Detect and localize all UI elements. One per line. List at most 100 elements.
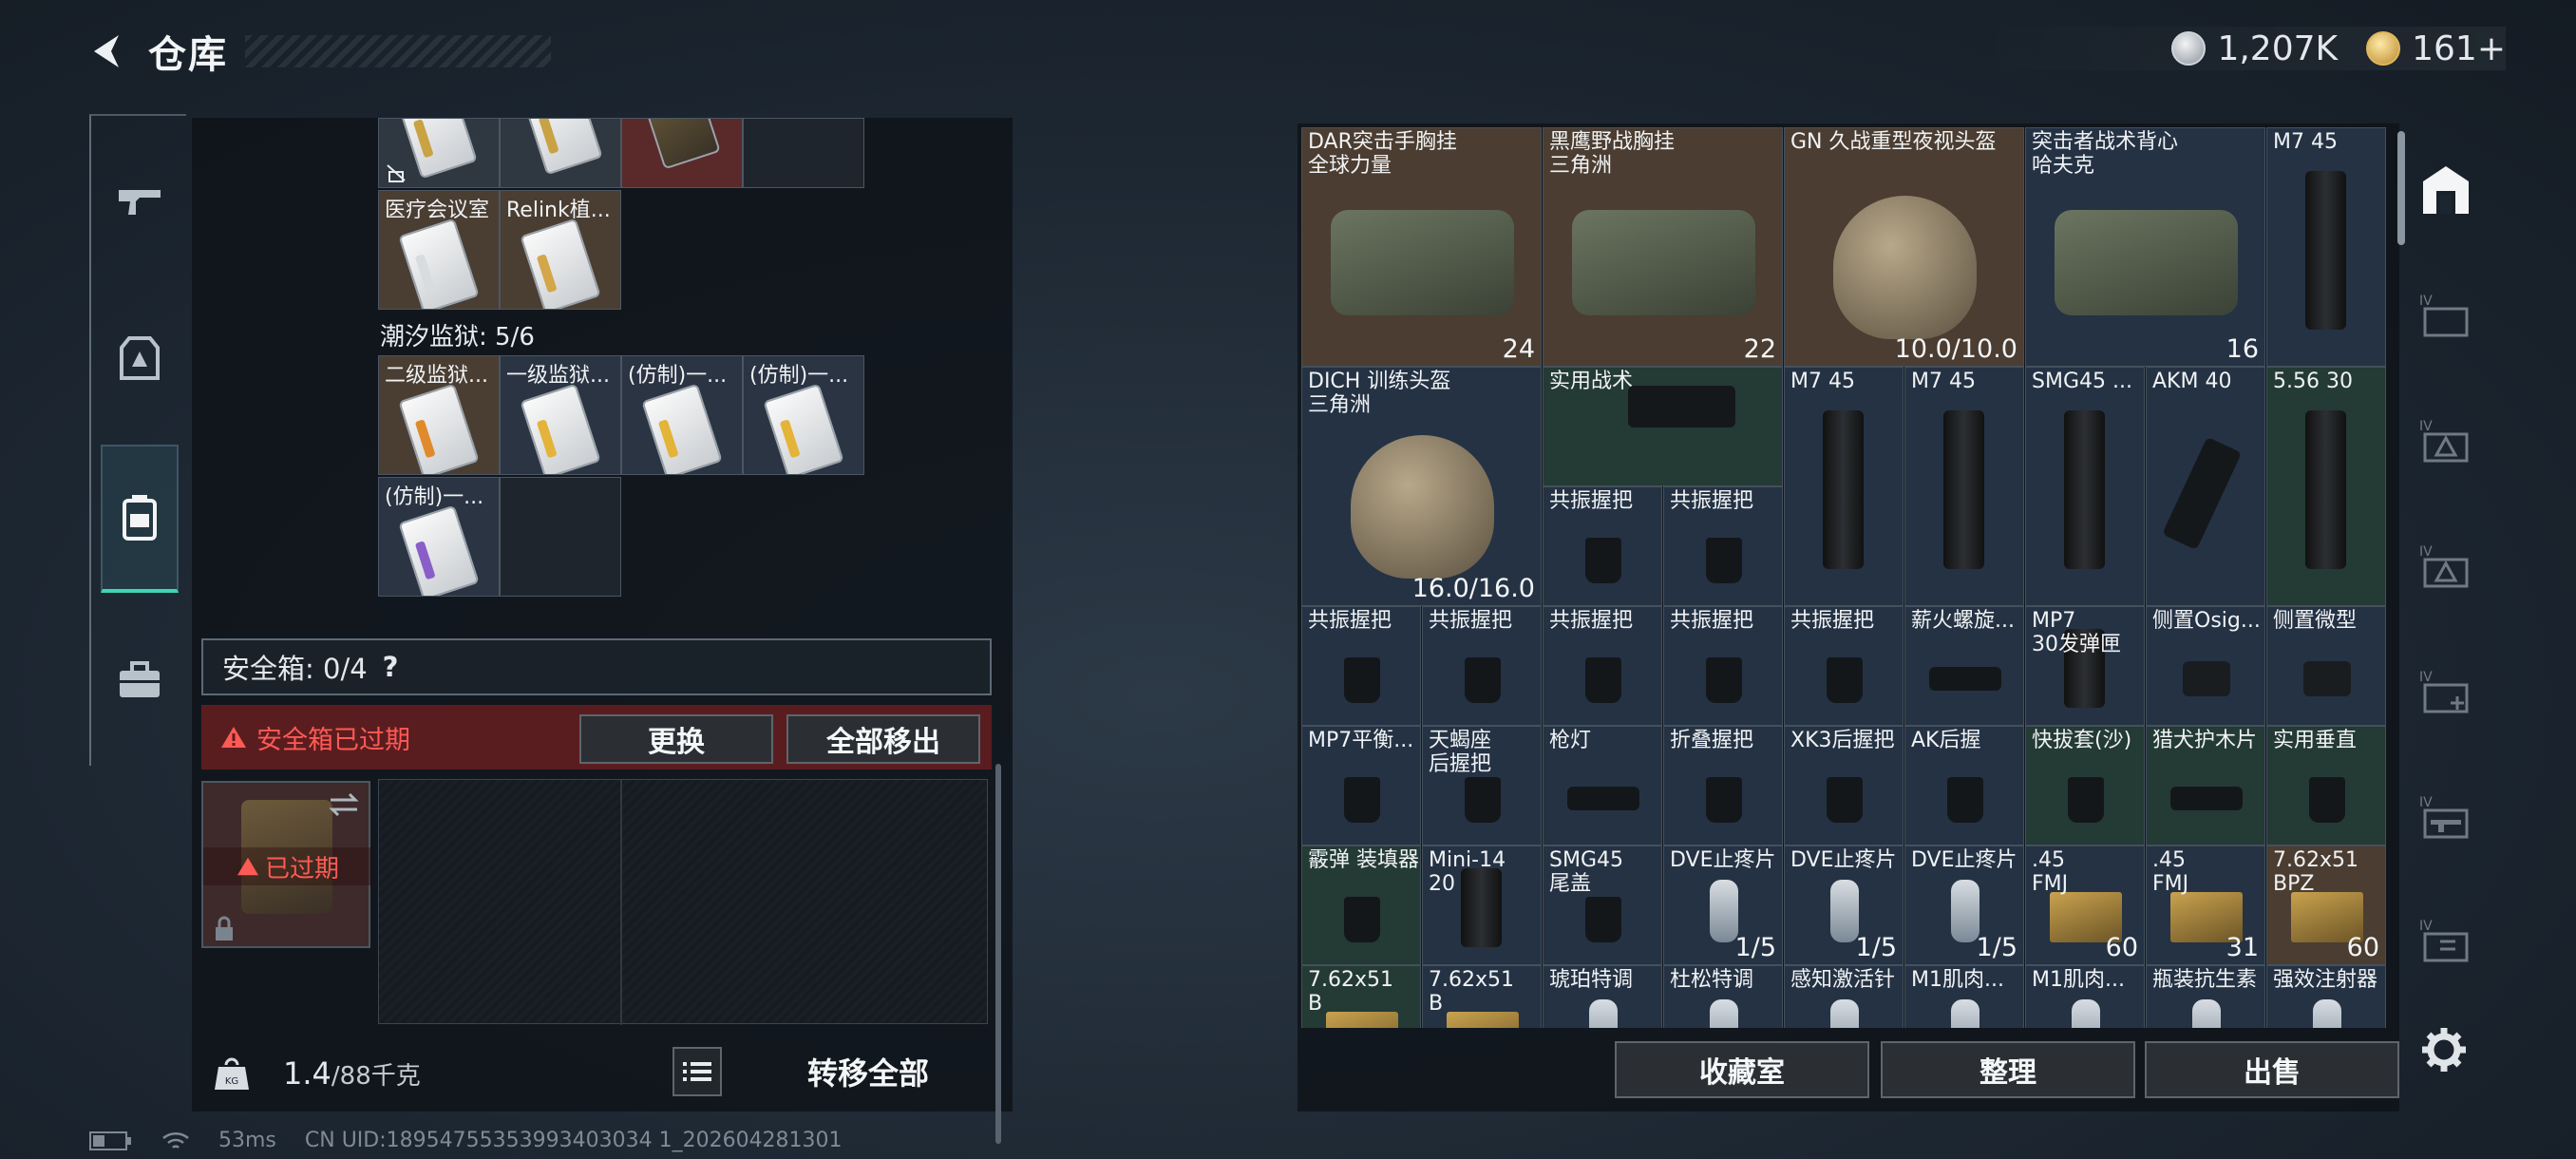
warehouse-item-cell[interactable]: .45 FMJ 60 <box>2025 846 2145 965</box>
warehouse-item-cell[interactable]: 侧置微型 <box>2266 606 2386 726</box>
warehouse-item-cell[interactable]: 薪火螺旋... <box>1904 606 2024 726</box>
tab-storage-4-1[interactable]: IV <box>2415 283 2477 346</box>
warehouse-item-cell[interactable]: Mini-14 20 <box>1422 846 1542 965</box>
sidebar-item-briefcase[interactable] <box>101 623 179 737</box>
warehouse-item-cell[interactable]: 实用垂直 <box>2266 726 2386 846</box>
replace-button[interactable]: 更换 <box>579 714 773 764</box>
warehouse-item-cell[interactable]: 共振握把 <box>1784 606 1904 726</box>
tab-storage-4-4[interactable]: IV <box>2415 659 2477 722</box>
item-image <box>1950 999 1980 1028</box>
collection-room-button[interactable]: 收藏室 <box>1615 1041 1869 1098</box>
warehouse-item-cell[interactable]: 5.56 30 <box>2266 367 2386 606</box>
warehouse-item-cell[interactable]: 折叠握把 <box>1663 726 1783 846</box>
transfer-all-button[interactable]: 转移全部 <box>733 1043 1003 1100</box>
battery-icon <box>89 1130 131 1150</box>
item-label: 薪火螺旋... <box>1911 609 2015 633</box>
help-icon[interactable]: ? <box>383 651 399 683</box>
warehouse-item-cell[interactable]: 突击者战术背心 哈夫克 16 <box>2025 127 2265 367</box>
warehouse-item-cell[interactable]: SMG45 ... <box>2025 367 2145 606</box>
warehouse-item-cell[interactable]: M1肌肉... <box>2025 965 2145 1028</box>
inventory-cell[interactable] <box>378 118 500 188</box>
tab-storage-4-3[interactable]: IV <box>2415 534 2477 597</box>
item-image <box>1585 896 1621 942</box>
inventory-cell[interactable] <box>500 118 621 188</box>
warehouse-item-cell[interactable]: 快拔套(沙) <box>2025 726 2145 846</box>
tab-storage-4-6[interactable]: IV <box>2415 908 2477 971</box>
warehouse-item-cell[interactable]: 共振握把 <box>1663 486 1783 606</box>
sell-button[interactable]: 出售 <box>2145 1041 2399 1098</box>
sidebar-item-weapons[interactable] <box>101 144 179 258</box>
warehouse-item-cell[interactable]: DVE止疼片 1/5 <box>1904 846 2024 965</box>
inventory-cell-empty[interactable] <box>743 118 864 188</box>
tab-storage-4-5[interactable]: IV <box>2415 785 2477 847</box>
warehouse-item-cell[interactable]: 侧置Osig... <box>2146 606 2265 726</box>
warehouse-item-cell[interactable]: M1肌肉... <box>1904 965 2024 1028</box>
inventory-cell[interactable]: 二级监狱... <box>378 355 500 475</box>
tab-storage-4-2[interactable]: IV <box>2415 408 2477 471</box>
warehouse-item-cell[interactable]: .45 FMJ 31 <box>2146 846 2265 965</box>
currency-bar: 1,207K 161+ <box>1974 27 2506 70</box>
warehouse-item-cell[interactable]: 猎犬护木片 <box>2146 726 2265 846</box>
inventory-cell[interactable]: Relink植... <box>500 190 621 310</box>
warehouse-item-cell[interactable]: 共振握把 <box>1301 606 1421 726</box>
item-label: DAR突击手胸挂 全球力量 <box>1308 130 1457 178</box>
warehouse-item-cell[interactable]: AK后握 <box>1904 726 2024 846</box>
warehouse-item-cell[interactable]: 瓶装抗生素 <box>2146 965 2265 1028</box>
warehouse-item-cell[interactable]: 实用战术 <box>1543 367 1783 486</box>
gold-currency[interactable]: 161+ <box>2366 29 2506 68</box>
warehouse-item-cell[interactable]: DVE止疼片 1/5 <box>1663 846 1783 965</box>
warehouse-item-cell[interactable]: 7.62x51 BPZ 60 <box>2266 846 2386 965</box>
inventory-cell[interactable]: 医疗会议室 <box>378 190 500 310</box>
warehouse-item-cell[interactable]: 强效注射器 <box>2266 965 2386 1028</box>
warehouse-item-cell[interactable]: 共振握把 <box>1543 606 1662 726</box>
sidebar-item-backpack[interactable] <box>101 445 179 593</box>
tab-all-storage[interactable] <box>2415 158 2477 220</box>
warehouse-item-cell[interactable]: MP7平衡... <box>1301 726 1421 846</box>
move-all-out-button[interactable]: 全部移出 <box>786 714 980 764</box>
warehouse-item-cell[interactable]: 共振握把 <box>1422 606 1542 726</box>
safebox-grid[interactable] <box>378 779 988 1025</box>
warehouse-item-cell[interactable]: 琥珀特调 <box>1543 965 1662 1028</box>
warehouse-item-cell[interactable]: XK3后握把 <box>1784 726 1904 846</box>
warehouse-item-cell[interactable]: DICH 训练头盔 三角洲 16.0/16.0 <box>1301 367 1542 606</box>
inventory-cell[interactable] <box>621 118 743 188</box>
storage-icon <box>2423 166 2469 214</box>
warehouse-item-cell[interactable]: 黑鹰野战胸挂 三角洲 22 <box>1543 127 1783 367</box>
warehouse-item-cell[interactable]: 枪灯 <box>1543 726 1662 846</box>
inventory-cell[interactable]: (仿制)一... <box>621 355 743 475</box>
safebox-card[interactable]: 已过期 <box>201 781 372 948</box>
silver-currency[interactable]: 1,207K <box>2171 29 2338 68</box>
sidebar-item-armor[interactable] <box>101 302 179 416</box>
warehouse-item-cell[interactable]: M7 45 <box>1784 367 1904 606</box>
back-button[interactable] <box>85 28 131 74</box>
swap-icon[interactable] <box>327 790 361 819</box>
warehouse-item-cell[interactable]: 共振握把 <box>1663 606 1783 726</box>
warehouse-item-cell[interactable]: DVE止疼片 1/5 <box>1784 846 1904 965</box>
warehouse-item-cell[interactable]: 杜松特调 <box>1663 965 1783 1028</box>
warehouse-item-cell[interactable]: 7.62x51 B <box>1422 965 1542 1028</box>
inventory-cell-empty[interactable] <box>500 477 621 597</box>
warehouse-scrollbar[interactable] <box>2397 131 2405 245</box>
inventory-cell[interactable]: 一级监狱... <box>500 355 621 475</box>
warehouse-item-cell[interactable]: M7 45 <box>1904 367 2024 606</box>
warehouse-item-cell[interactable]: 感知激活针 <box>1784 965 1904 1028</box>
warehouse-item-cell[interactable]: 天蝎座 后握把 <box>1422 726 1542 846</box>
warehouse-item-cell[interactable]: DAR突击手胸挂 全球力量 24 <box>1301 127 1542 367</box>
wifi-icon <box>162 1131 189 1149</box>
warehouse-item-cell[interactable]: 共振握把 <box>1543 486 1662 606</box>
settings-button[interactable] <box>2420 1026 2468 1074</box>
sort-button[interactable]: 整理 <box>1881 1041 2135 1098</box>
list-view-button[interactable] <box>672 1047 722 1096</box>
warehouse-item-cell[interactable]: 霰弹 装填器 <box>1301 846 1421 965</box>
warehouse-item-cell[interactable]: GN 久战重型夜视头盔 10.0/10.0 <box>1784 127 2024 367</box>
warehouse-item-cell[interactable]: SMG45 尾盖 <box>1543 846 1662 965</box>
warehouse-item-cell[interactable]: 7.62x51 B <box>1301 965 1421 1028</box>
item-image <box>2191 999 2222 1028</box>
item-label: 共振握把 <box>1670 489 1754 513</box>
item-image <box>2182 660 2231 697</box>
warehouse-item-cell[interactable]: MP7 30发弹匣 <box>2025 606 2145 726</box>
warehouse-item-cell[interactable]: M7 45 <box>2266 127 2386 367</box>
warehouse-item-cell[interactable]: AKM 40 <box>2146 367 2265 606</box>
inventory-cell[interactable]: (仿制)一... <box>743 355 864 475</box>
inventory-cell[interactable]: (仿制)一... <box>378 477 500 597</box>
